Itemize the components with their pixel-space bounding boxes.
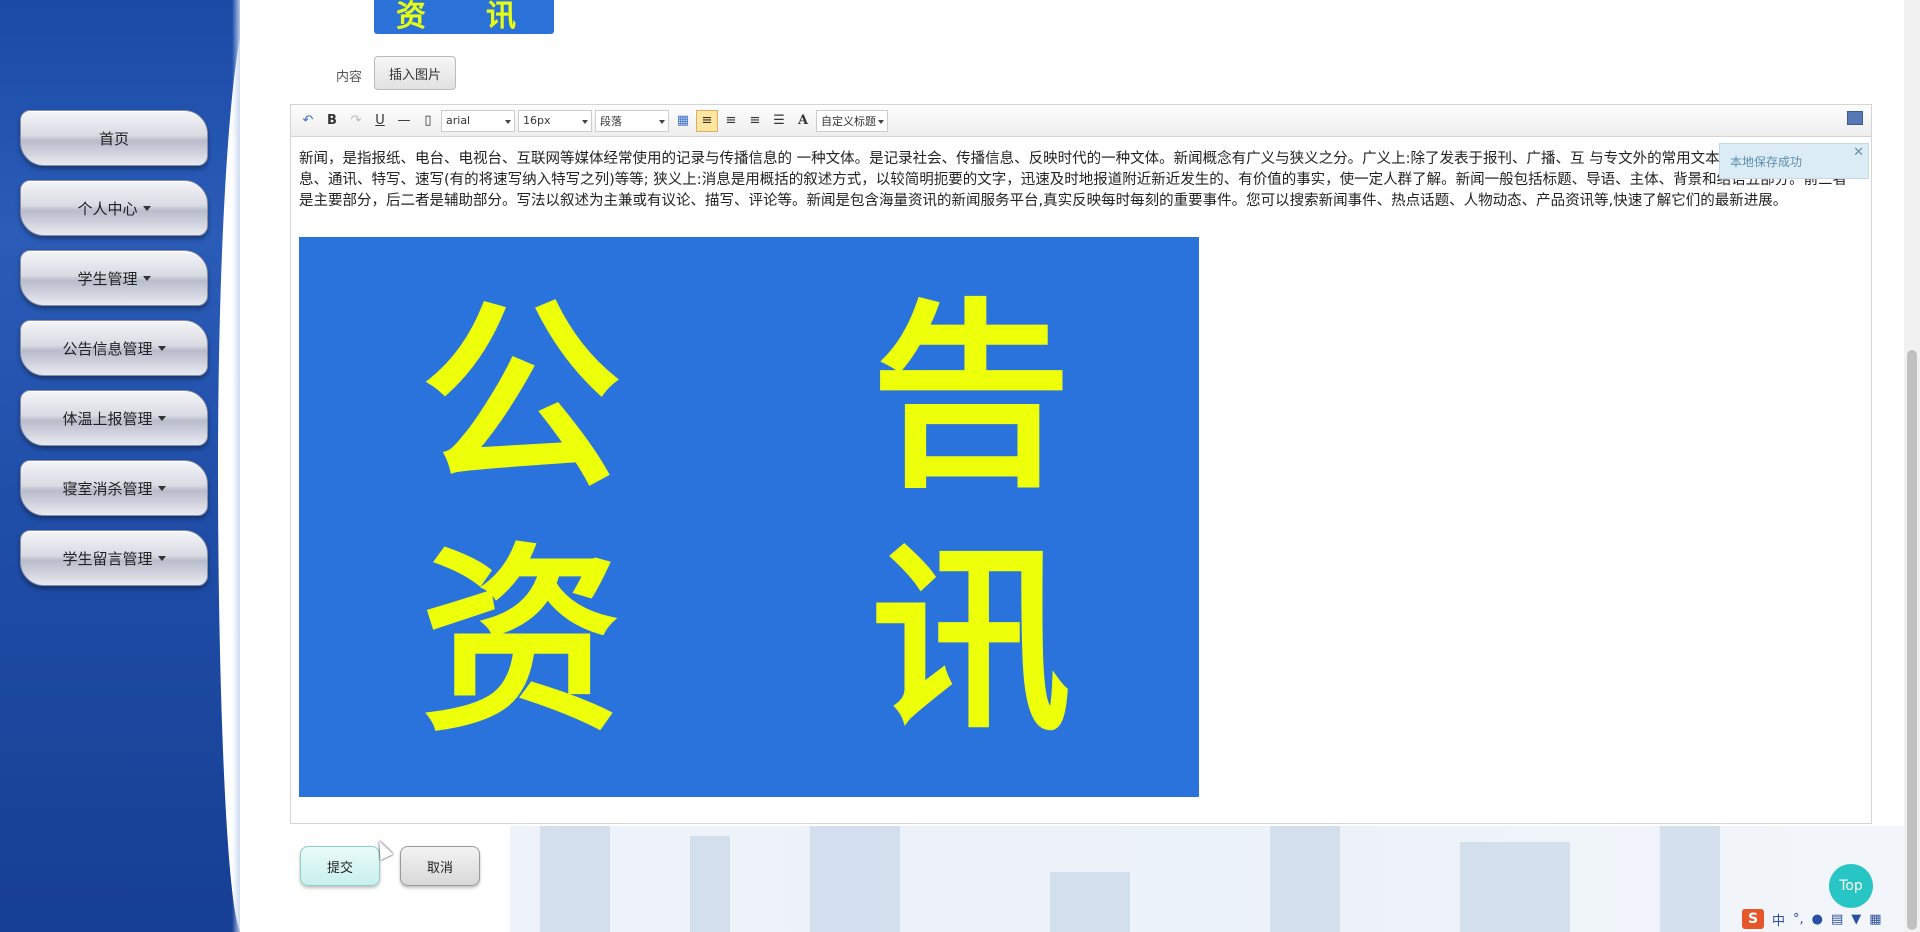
document-icon[interactable]: ▯ (417, 110, 439, 132)
nav-dorm-disinfection-management[interactable]: 寝室消杀管理 (20, 460, 208, 516)
chevron-down-icon (582, 119, 588, 124)
chevron-down-icon (878, 119, 884, 124)
paragraph-select[interactable]: 段落 (595, 109, 669, 132)
chevron-down-icon (157, 485, 166, 491)
horizontal-rule-icon[interactable]: — (393, 110, 415, 132)
align-left-icon[interactable]: ≡ (696, 109, 718, 132)
editor-body-text[interactable]: 新闻，是指报纸、电台、电视台、互联网等媒体经常使用的记录与传播信息的 一种文体。… (299, 149, 1859, 212)
save-toast-text: 本地保存成功 (1730, 154, 1803, 169)
redo-icon[interactable]: ↷ (345, 110, 367, 132)
skin-icon[interactable]: ▼ (1851, 912, 1861, 927)
chevron-down-icon (505, 119, 511, 124)
underline-icon[interactable]: U (369, 110, 391, 132)
chevron-down-icon (659, 119, 665, 124)
undo-icon[interactable]: ↶ (297, 110, 319, 132)
sidebar: 首页 个人中心 学生管理 公告信息管理 体温上报管理 寝室消杀管理 学生留言管理 (0, 0, 240, 932)
page-scrollbar[interactable] (1904, 0, 1920, 932)
chevron-down-icon (157, 555, 166, 561)
image-char: 告 (871, 282, 1072, 515)
custom-heading-value: 自定义标题 (821, 114, 876, 128)
deco-bar (540, 826, 610, 932)
insert-image-button[interactable]: 插入图片 (374, 56, 456, 90)
background-decoration (510, 826, 1910, 932)
font-family-select[interactable]: arial (441, 109, 515, 132)
table-icon[interactable]: ▦ (672, 110, 694, 132)
cover-char: 讯 (486, 0, 516, 34)
grid-icon[interactable]: ▦ (1869, 912, 1881, 927)
back-to-top-button[interactable]: Top (1829, 864, 1873, 908)
scrollbar-thumb[interactable] (1907, 350, 1917, 930)
keyboard-icon[interactable]: ▤ (1831, 912, 1843, 927)
cover-image-preview: 资 讯 (374, 0, 554, 34)
image-char: 讯 (871, 526, 1072, 759)
ime-punct-toggle[interactable]: °, (1793, 912, 1804, 927)
font-size-select[interactable]: 16px (518, 109, 592, 132)
align-justify-icon[interactable]: ☰ (768, 110, 790, 132)
nav-temperature-report-management[interactable]: 体温上报管理 (20, 390, 208, 446)
deco-bar (1050, 872, 1130, 932)
deco-bar (1660, 826, 1720, 932)
sidebar-edge (232, 0, 240, 932)
custom-heading-select[interactable]: 自定义标题 (816, 109, 888, 132)
align-center-icon[interactable]: ≡ (744, 110, 766, 132)
chevron-down-icon (157, 345, 166, 351)
editor-inserted-image[interactable]: 公 告 资 讯 (299, 237, 1199, 797)
submit-button[interactable]: 提交 (300, 846, 380, 886)
align-right-icon[interactable]: ≡ (720, 110, 742, 132)
rich-text-editor: ↶ B ↷ U — ▯ arial 16px 段落 ▦ ≡ ≡ ≡ ☰ A 自定… (290, 104, 1872, 824)
fullscreen-icon[interactable] (1847, 111, 1863, 125)
ime-lang-toggle[interactable]: 中 (1772, 910, 1785, 929)
content-label: 内容 (336, 70, 363, 85)
nav-student-message-management-label: 学生留言管理 (62, 549, 153, 568)
nav-announcement-management-label: 公告信息管理 (62, 339, 153, 358)
cancel-button[interactable]: 取消 (400, 846, 480, 886)
deco-bar (1460, 842, 1570, 932)
font-size-value: 16px (523, 114, 551, 127)
bold-icon[interactable]: B (321, 110, 343, 132)
deco-bar (810, 826, 900, 932)
chevron-down-icon (157, 415, 166, 421)
image-char: 公 (421, 282, 622, 515)
paragraph-value: 段落 (600, 114, 622, 128)
nav-student-management[interactable]: 学生管理 (20, 250, 208, 306)
chevron-down-icon (142, 275, 151, 281)
chevron-down-icon (142, 205, 151, 211)
nav-home-label: 首页 (98, 129, 129, 148)
nav-student-management-label: 学生管理 (77, 269, 138, 288)
microphone-icon[interactable]: ● (1812, 912, 1823, 927)
nav-home[interactable]: 首页 (20, 110, 208, 166)
image-char: 资 (421, 526, 622, 759)
nav-personal-center-label: 个人中心 (77, 199, 138, 218)
nav-temperature-report-management-label: 体温上报管理 (62, 409, 153, 428)
nav-dorm-disinfection-management-label: 寝室消杀管理 (62, 479, 153, 498)
nav-student-message-management[interactable]: 学生留言管理 (20, 530, 208, 586)
nav-announcement-management[interactable]: 公告信息管理 (20, 320, 208, 376)
close-icon[interactable]: ✕ (1853, 145, 1864, 160)
cover-char: 资 (396, 0, 426, 34)
ime-logo-icon[interactable]: S (1742, 909, 1764, 929)
font-color-icon[interactable]: A (792, 110, 814, 132)
save-toast: 本地保存成功 ✕ (1719, 143, 1869, 179)
editor-toolbar: ↶ B ↷ U — ▯ arial 16px 段落 ▦ ≡ ≡ ≡ ☰ A 自定… (291, 105, 1871, 137)
ime-toolbar: S 中 °, ● ▤ ▼ ▦ (1742, 908, 1882, 930)
deco-bar (1270, 826, 1340, 932)
deco-bar (690, 836, 730, 932)
nav-personal-center[interactable]: 个人中心 (20, 180, 208, 236)
font-family-value: arial (446, 114, 471, 127)
